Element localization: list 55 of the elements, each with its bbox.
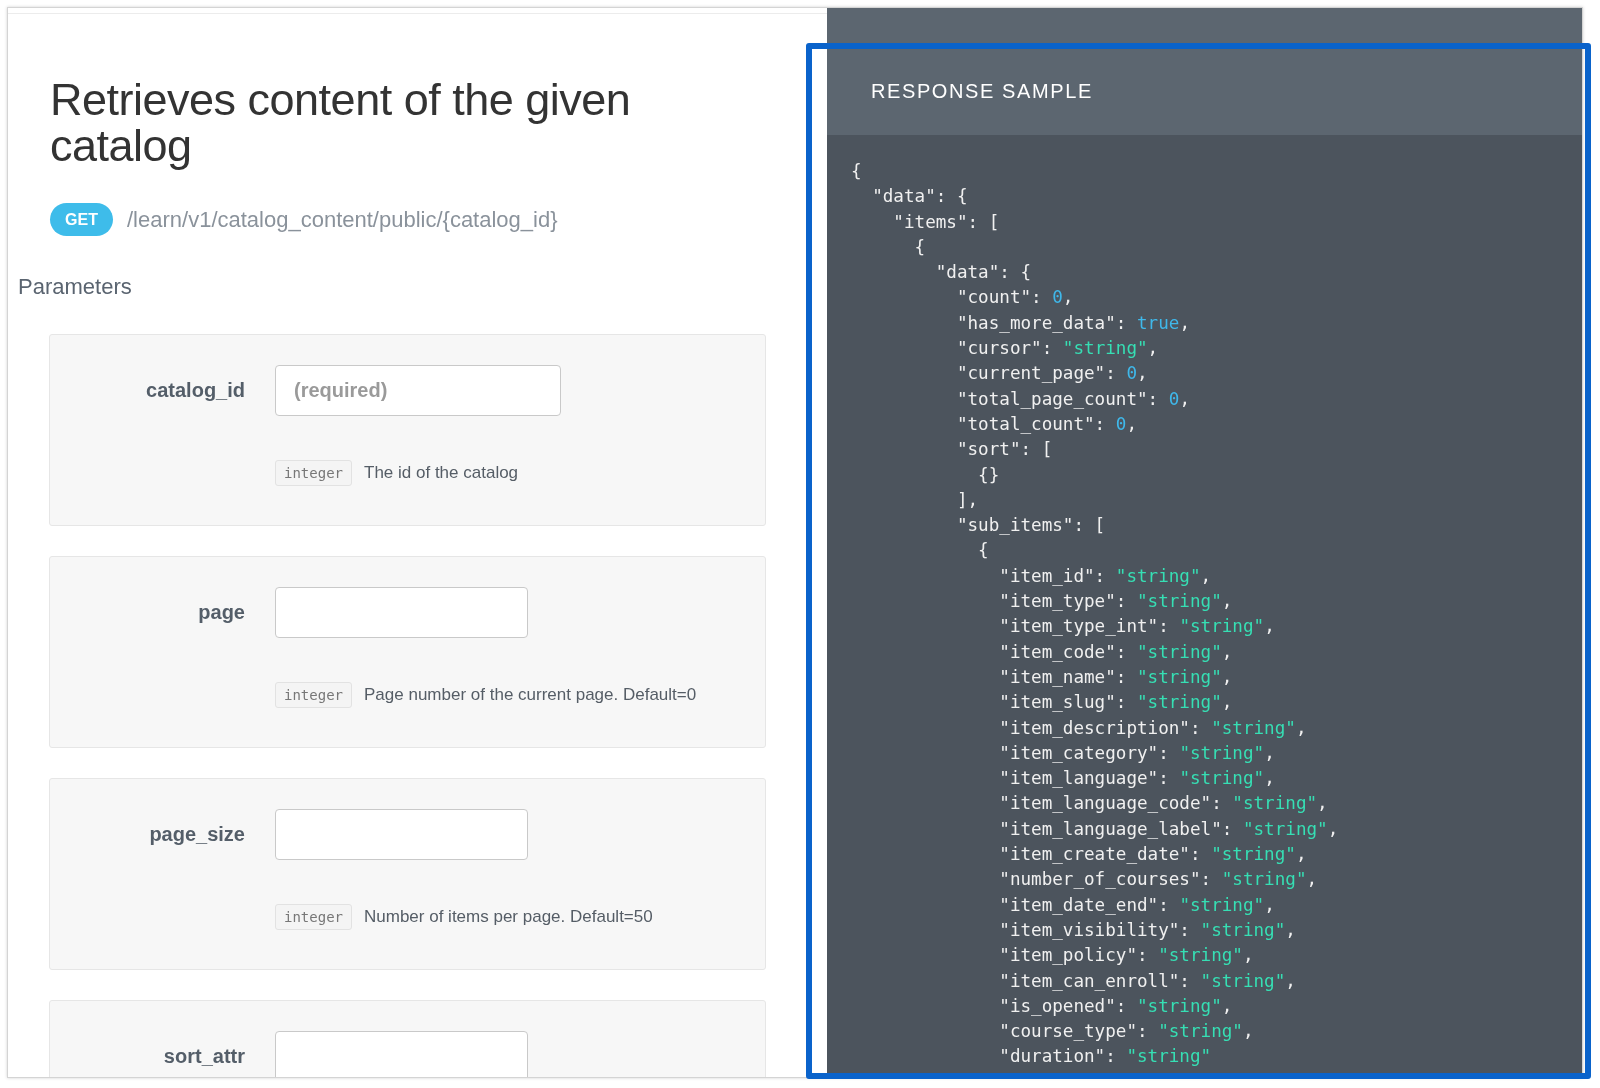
code-line: "item_type": "string", <box>998 590 1233 614</box>
code-line: "current_page": 0, <box>955 362 1148 386</box>
input-field[interactable] <box>275 1031 528 1077</box>
code-line: "item_language_code": "string", <box>998 792 1328 816</box>
code-line: "item_description": "string", <box>998 716 1307 740</box>
code-line: "total_page_count": 0, <box>955 387 1190 411</box>
code-line: "items": [ <box>892 210 1000 234</box>
panel-title: RESPONSE SAMPLE <box>871 80 1093 103</box>
input-field[interactable] <box>275 587 528 638</box>
code-line: "item_language_label": "string", <box>998 817 1339 841</box>
code-line: "is_opened": "string", <box>998 994 1233 1018</box>
input-field[interactable] <box>275 809 528 860</box>
code-line: ], <box>955 488 979 512</box>
code-line: "item_can_enroll": "string", <box>998 969 1296 993</box>
code-line: "sub_items": [ <box>955 514 1106 538</box>
code-line: "item_visibility": "string", <box>998 918 1296 942</box>
code-line: "data": { <box>934 261 1032 285</box>
code-line: "item_language": "string", <box>998 767 1275 791</box>
code-line: "item_code": "string", <box>998 640 1233 664</box>
endpoint-path: /learn/v1/catalog_content/public/{catalog_id} <box>127 206 558 233</box>
code-line: "item_policy": "string", <box>998 944 1254 968</box>
code-line: "cursor": "string", <box>955 337 1159 361</box>
code-line: "item_create_date": "string", <box>998 843 1307 866</box>
code-line: "item_date_end": "string", <box>998 893 1275 917</box>
parameter-label: sort_attr <box>162 1045 245 1068</box>
method-badge: GET <box>50 203 113 236</box>
parameter-description: The id of the catalog <box>364 463 519 483</box>
code-line: "item_category": "string", <box>998 741 1275 765</box>
parameter-description: Number of items per page. Default=50 <box>364 907 653 927</box>
code-line: "has_more_data": true, <box>955 311 1190 335</box>
code-line: "item_id": "string", <box>998 564 1212 588</box>
code-line: { <box>851 160 862 183</box>
page-title: Retrieves content of the given catalog <box>50 77 632 169</box>
code-line: "sort": [ <box>955 438 1053 462</box>
code-line: "number_of_courses": "string", <box>998 868 1318 892</box>
code-line: "count": 0, <box>955 286 1074 310</box>
code-line: { <box>913 235 926 259</box>
code-line: {} <box>977 463 1000 487</box>
code-line: "data": { <box>871 185 968 209</box>
code-line: "item_type_int": "string", <box>998 615 1275 639</box>
type-tag: integer <box>275 682 352 708</box>
code-line: "total_count": 0, <box>955 412 1137 436</box>
input-field[interactable]: (required) <box>275 365 561 416</box>
type-tag: integer <box>275 460 352 486</box>
code-line: "item_slug": "string", <box>998 691 1233 715</box>
code-line: "duration": "string" <box>998 1045 1212 1069</box>
type-tag: integer <box>275 904 352 930</box>
parameter-label: page <box>197 601 245 624</box>
code-line: "item_name": "string", <box>998 665 1233 689</box>
parameter-description: Page number of the current page. Default=0 <box>364 685 697 705</box>
code-line: { <box>977 539 989 563</box>
parameters-heading: Parameters <box>18 274 132 300</box>
parameter-label: page_size <box>148 823 245 846</box>
parameter-label: catalog_id <box>145 379 245 402</box>
code-line: "course_type": "string", <box>998 1020 1254 1044</box>
